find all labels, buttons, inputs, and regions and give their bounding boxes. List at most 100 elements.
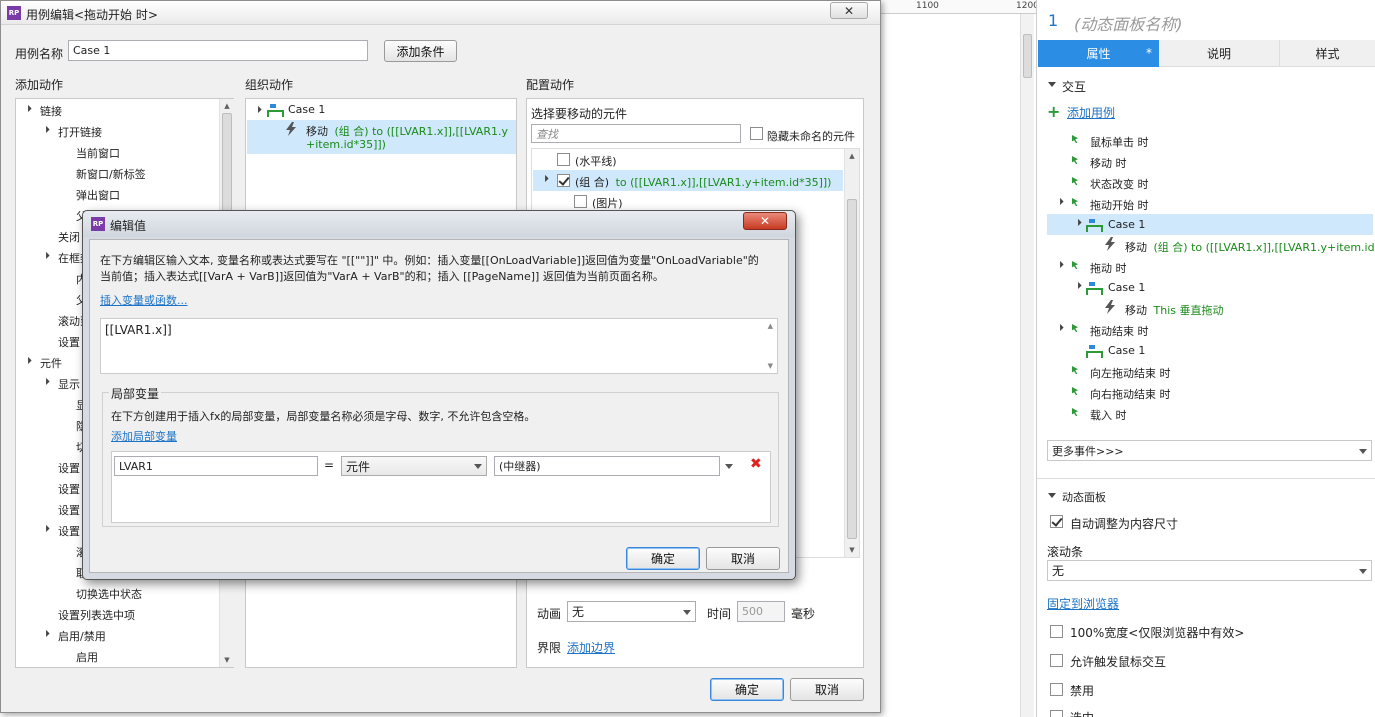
expand-icon[interactable]	[40, 377, 50, 388]
collapse-icon[interactable]	[1048, 493, 1056, 498]
action-tree-item[interactable]: 元件	[40, 355, 62, 371]
more-events-select[interactable]: 更多事件>>>	[1047, 440, 1372, 461]
scroll-up-icon[interactable]: ▲	[768, 322, 773, 330]
action-row[interactable]: 移动 This 垂直拖动	[1125, 302, 1223, 318]
action-tree-item[interactable]: 设置列表选中项	[58, 607, 135, 623]
edit-value-ok-button[interactable]: 确定	[626, 547, 700, 570]
expand-icon[interactable]	[40, 524, 50, 535]
close-button[interactable]: ✕	[830, 2, 868, 19]
add-local-var-link[interactable]: 添加局部变量	[111, 428, 177, 444]
event-ondragdrop[interactable]: 拖动结束 时	[1090, 323, 1149, 339]
canvas-vscrollbar[interactable]	[1020, 14, 1034, 717]
widget-row[interactable]: (水平线)	[575, 153, 617, 169]
auto-fit-checkbox[interactable]	[1050, 515, 1063, 528]
pin-to-browser-link[interactable]: 固定到浏览器	[1047, 595, 1119, 612]
canvas-scroll-thumb[interactable]	[1023, 34, 1032, 78]
event-ondrag[interactable]: 拖动 时	[1090, 260, 1127, 276]
scroll-down-icon[interactable]: ▼	[768, 362, 773, 370]
plus-icon[interactable]: +	[1047, 102, 1060, 121]
action-tree-item[interactable]: 启用	[76, 649, 98, 665]
case-row[interactable]: Case 1	[1108, 281, 1145, 294]
widget-checkbox[interactable]	[557, 174, 570, 187]
add-bounds-link[interactable]: 添加边界	[567, 639, 615, 656]
scroll-thumb[interactable]	[847, 199, 857, 539]
widget-checkbox[interactable]	[574, 195, 587, 208]
selected-checkbox[interactable]	[1050, 710, 1063, 717]
expand-icon[interactable]	[40, 125, 50, 136]
tab-style[interactable]: 样式	[1280, 40, 1375, 67]
expand-icon[interactable]	[40, 629, 50, 640]
case-row[interactable]: Case 1	[1108, 218, 1145, 231]
mouse-interaction-checkbox[interactable]	[1050, 654, 1063, 667]
close-button[interactable]: ✕	[743, 212, 787, 230]
action-tree-item[interactable]: 当前窗口	[76, 145, 120, 161]
add-case-link[interactable]: 添加用例	[1067, 104, 1115, 121]
case-editor-titlebar[interactable]: RP 用例编辑<拖动开始 时> ✕	[1, 1, 880, 25]
action-tree-item[interactable]: 切换选中状态	[76, 586, 142, 602]
event-swipeleft[interactable]: 向左拖动结束 时	[1090, 365, 1171, 381]
event-onload[interactable]: 载入 时	[1090, 407, 1127, 423]
expand-icon[interactable]	[1054, 197, 1064, 208]
chevron-down-icon[interactable]	[725, 464, 733, 469]
action-row[interactable]: 移动 (组 合) to ([[LVAR1.x]],[[LVAR1.y+item.…	[1125, 239, 1375, 255]
action-tree-item[interactable]: 打开链接	[58, 124, 102, 140]
action-tree-item[interactable]: 显示	[58, 376, 80, 392]
widget-list-scrollbar[interactable]: ▲ ▼	[844, 149, 859, 557]
hide-unnamed-checkbox[interactable]	[750, 127, 763, 140]
tab-notes[interactable]: 说明	[1159, 40, 1280, 67]
action-tree-item[interactable]: 设置	[58, 523, 80, 539]
expand-icon[interactable]	[1054, 323, 1064, 334]
widget-row[interactable]: (组 合) to ([[LVAR1.x]],[[LVAR1.y+item.id*…	[575, 174, 831, 190]
scrollbar-select[interactable]: 无	[1047, 560, 1372, 581]
action-tree-item[interactable]: 设置	[58, 481, 80, 497]
action-tree-item[interactable]: 新窗口/新标签	[76, 166, 146, 182]
delete-variable-icon[interactable]: ✖	[750, 456, 762, 472]
expand-icon[interactable]	[1054, 260, 1064, 271]
panel-name-field[interactable]: (动态面板名称)	[1074, 11, 1183, 35]
add-condition-button[interactable]: 添加条件	[384, 40, 457, 62]
event-ondragstart[interactable]: 拖动开始 时	[1090, 197, 1149, 213]
disabled-checkbox[interactable]	[1050, 683, 1063, 696]
scroll-down-icon[interactable]: ▼	[845, 545, 859, 555]
scroll-down-icon[interactable]: ▼	[220, 655, 234, 665]
expression-textarea[interactable]: [[LVAR1.x]] ▲ ▼	[100, 318, 778, 374]
case-row[interactable]: Case 1	[1108, 344, 1145, 357]
animation-select[interactable]: 无	[567, 601, 696, 622]
action-tree-item[interactable]: 设置	[58, 460, 80, 476]
event-swiperight[interactable]: 向右拖动结束 时	[1090, 386, 1171, 402]
event-onstatechange[interactable]: 状态改变 时	[1090, 176, 1149, 192]
collapse-icon[interactable]	[1048, 82, 1056, 87]
expand-icon[interactable]	[22, 356, 32, 367]
action-tree-item[interactable]: 设置	[58, 502, 80, 518]
variable-target-input[interactable]: (中继器)	[494, 456, 720, 476]
expand-icon[interactable]	[40, 251, 50, 262]
scroll-up-icon[interactable]: ▲	[845, 151, 859, 161]
expand-icon[interactable]	[22, 104, 32, 115]
tab-properties[interactable]: 属性 *	[1038, 40, 1159, 67]
scroll-up-icon[interactable]: ▲	[220, 101, 234, 111]
lightning-icon	[1104, 300, 1116, 314]
widget-search-input[interactable]: 查找	[531, 124, 741, 143]
event-onmove[interactable]: 移动 时	[1090, 155, 1127, 171]
action-tree-item[interactable]: 设置	[58, 334, 80, 350]
event-onclick[interactable]: 鼠标单击 时	[1090, 134, 1149, 150]
variable-type-select[interactable]: 元件	[341, 456, 487, 476]
widget-row[interactable]: (图片)	[592, 195, 623, 211]
action-tree-item[interactable]: 启用/禁用	[58, 628, 106, 644]
expand-icon[interactable]	[1072, 281, 1082, 292]
edit-value-cancel-button[interactable]: 取消	[706, 547, 780, 570]
expand-icon[interactable]	[252, 105, 262, 116]
action-tree-item[interactable]: 弹出窗口	[76, 187, 120, 203]
action-tree-item[interactable]: 链接	[40, 103, 62, 119]
case-name-input[interactable]: Case 1	[68, 40, 368, 61]
edit-value-titlebar[interactable]: RP 编辑值 ✕	[83, 211, 795, 237]
case-editor-ok-button[interactable]: 确定	[710, 678, 784, 701]
action-tree-item[interactable]: 关闭	[58, 229, 80, 245]
case-editor-cancel-button[interactable]: 取消	[790, 678, 864, 701]
case-row[interactable]: Case 1	[288, 103, 325, 116]
insert-variable-link[interactable]: 插入变量或函数...	[100, 292, 188, 308]
full-width-checkbox[interactable]	[1050, 625, 1063, 638]
time-input[interactable]: 500	[737, 601, 785, 622]
widget-checkbox[interactable]	[557, 153, 570, 166]
variable-name-input[interactable]: LVAR1	[114, 456, 318, 476]
